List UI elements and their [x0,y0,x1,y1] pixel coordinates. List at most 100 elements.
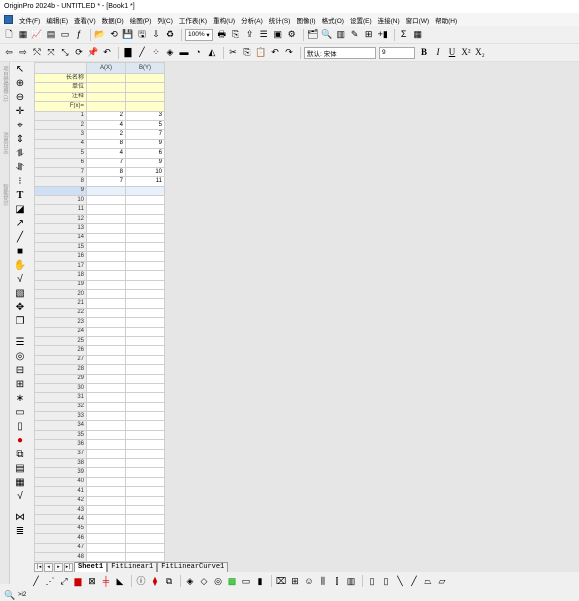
undo-plot-icon[interactable]: ↶ [101,47,113,59]
open-icon[interactable]: 📂 [94,29,106,41]
data-cell[interactable] [86,270,126,281]
zoom-combo[interactable]: 100% ▾ [185,28,213,41]
row-header[interactable]: 20 [34,288,87,300]
data-cell[interactable] [86,242,126,253]
data-cell[interactable] [125,335,165,347]
save-template-icon[interactable]: 🖫 [136,29,148,41]
data-cell[interactable] [125,364,165,375]
row-header[interactable]: 11 [34,204,87,215]
menu-item[interactable]: 格式(O) [319,15,347,25]
line-symbol-plot-icon[interactable]: ⤢ [58,575,70,587]
new-function-icon[interactable]: ƒ [73,29,85,41]
sheet-list-tool-icon[interactable]: ☰ [12,336,28,349]
data-cell[interactable] [86,232,126,244]
data-cell[interactable] [125,251,165,262]
sum-icon[interactable]: Σ [398,29,410,41]
new-matrix-icon[interactable]: ▤ [45,29,57,41]
add-column-icon[interactable]: +▮ [377,29,389,41]
line-plot-icon[interactable]: ╱ [30,575,42,587]
print-icon[interactable]: 🖶 [216,29,228,41]
last-sheet-button[interactable]: ▸| [64,562,73,572]
data-cell[interactable]: 9 [125,157,165,168]
data-cell[interactable] [86,364,126,375]
hand-tool-icon[interactable]: ✋ [12,259,28,272]
align-bottom-icon[interactable]: ╱ [408,575,420,587]
connect-tool-icon[interactable]: ⧉ [12,448,28,461]
row-header[interactable]: 39 [34,467,87,478]
split-layer-icon[interactable]: ⫼ [317,575,329,587]
menu-item[interactable]: 重构(U) [210,15,238,25]
new-graph-icon[interactable]: 📈 [31,29,43,41]
back-icon[interactable]: ⇦ [3,47,15,59]
menu-item[interactable]: 设置(E) [347,15,375,25]
metadata-cell[interactable] [86,91,126,103]
batch-tool-icon[interactable]: ▯ [12,420,28,433]
same-height-icon[interactable]: ⏥ [436,575,448,587]
data-cell[interactable] [86,411,126,422]
pie-plot-icon[interactable]: ⓘ [135,575,147,587]
next-sheet-button[interactable]: ▸ [54,562,63,572]
plot-linesymbol-icon[interactable]: ◈ [164,47,176,59]
data-cell[interactable] [125,242,165,253]
data-cell[interactable] [86,542,126,553]
data-cell[interactable] [125,270,165,281]
row-header[interactable]: 25 [34,335,87,347]
menu-item[interactable]: 帮助(H) [432,15,460,25]
column-plot-icon[interactable]: ▆ [72,575,84,587]
apps-icon[interactable]: ⊞ [363,29,375,41]
data-cell[interactable]: 9 [125,138,165,150]
metadata-cell[interactable] [125,101,165,112]
row-header[interactable]: 21 [34,298,87,309]
data-cell[interactable] [86,195,126,206]
menu-item[interactable]: 分析(A) [238,15,266,25]
arrange-layers-icon[interactable]: ⌧ [275,575,287,587]
data-cell[interactable] [86,401,126,413]
data-cell[interactable] [86,533,126,544]
metadata-cell[interactable] [125,91,165,103]
data-cell[interactable] [125,195,165,206]
font-combo[interactable]: 默认: 宋体 [304,46,376,59]
draw-data-tool-icon[interactable]: ⁝ [12,175,28,188]
data-cell[interactable]: 11 [125,176,165,187]
cut-icon[interactable]: ✂ [227,47,239,59]
layout-tool-icon[interactable]: ▤ [12,462,28,475]
data-cell[interactable]: 8 [86,138,126,150]
data-cell[interactable]: 4 [86,148,126,159]
save-icon[interactable]: 💾 [122,29,134,41]
data-cell[interactable] [125,523,165,535]
data-cell[interactable] [86,326,126,337]
data-cell[interactable] [125,401,165,413]
data-cell[interactable] [125,439,165,450]
screen-reader-tool-icon[interactable]: ⌖ [12,119,28,132]
menu-item[interactable]: 编辑(E) [43,15,71,25]
data-cell[interactable] [125,476,165,488]
sheet-tab[interactable]: FitLinear1 [107,562,158,572]
menu-item[interactable]: 查看(V) [71,15,99,25]
split-tool-icon[interactable]: ⊟ [12,364,28,377]
data-cell[interactable]: 10 [125,166,165,178]
table-tool-icon[interactable]: ▦ [12,476,28,489]
row-header[interactable]: 32 [34,401,87,413]
data-cell[interactable] [125,288,165,300]
metadata-cell[interactable] [86,101,126,112]
new-workbook-icon[interactable]: ▦ [17,29,29,41]
data-cell[interactable] [86,486,126,497]
row-header[interactable]: 28 [34,364,87,375]
data-cell[interactable] [86,439,126,450]
row-header[interactable]: 23 [34,317,87,328]
plot-pie-icon[interactable]: ◔ [192,47,204,59]
data-cell[interactable] [125,223,165,234]
app-icon[interactable] [4,15,13,24]
stack-tool-icon[interactable]: ≣ [12,525,28,538]
row-header[interactable]: 30 [34,382,87,394]
zoom-in-tool-icon[interactable]: ⊕ [12,77,28,90]
row-header[interactable]: 42 [34,495,87,506]
data-cell[interactable] [86,504,126,516]
arrow-tool-icon[interactable]: ↗ [12,217,28,230]
row-header[interactable]: 45 [34,523,87,535]
code-builder-icon[interactable]: ⚙ [286,29,298,41]
align-top-icon[interactable]: ╲ [394,575,406,587]
plot-scatter-icon[interactable]: ⁘ [150,47,162,59]
data-reader-tool-icon[interactable]: ⇕ [12,133,28,146]
data-cell[interactable] [125,457,165,469]
